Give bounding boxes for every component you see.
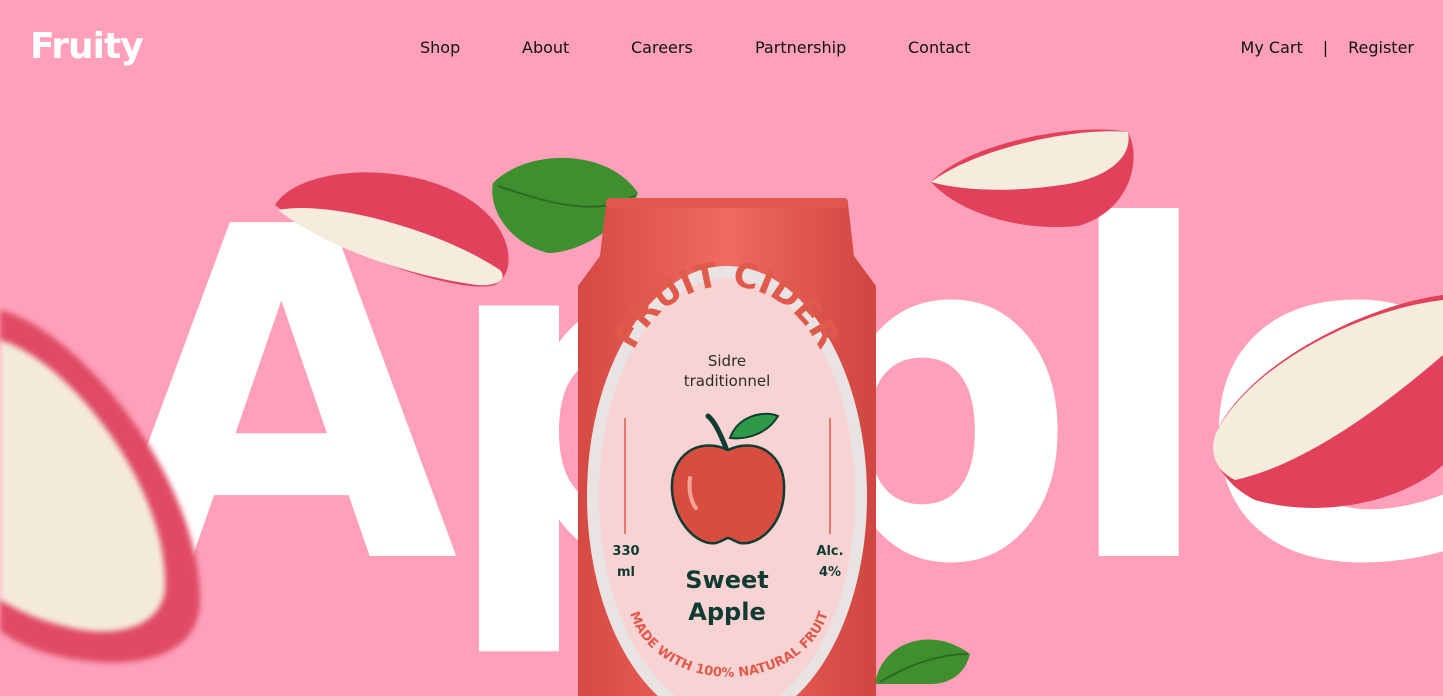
arc-title-text: FRUIT CIDER [606, 255, 847, 355]
account-links: My Cart | Register [1241, 38, 1414, 57]
nav-contact[interactable]: Contact [908, 38, 970, 57]
apple-slice-top-left-image [275, 172, 509, 287]
register-link[interactable]: Register [1348, 38, 1414, 57]
nav-partnership[interactable]: Partnership [755, 38, 846, 57]
product-name: Sweet Apple [685, 566, 769, 627]
nav-shop[interactable]: Shop [420, 38, 460, 57]
cider-can[interactable]: FRUIT CIDER MADE WITH 100% NATURAL FRUIT… [578, 196, 876, 696]
volume-info: 330 ml [612, 544, 640, 580]
apple-slice-left-image [0, 310, 200, 663]
nav-about[interactable]: About [522, 38, 569, 57]
subtitle: Sidre traditionnel [683, 352, 771, 390]
my-cart-link[interactable]: My Cart [1241, 38, 1303, 57]
apple-slice-top-right-image [931, 129, 1134, 228]
nav-careers[interactable]: Careers [631, 38, 693, 57]
alcohol-info: Alc. 4% [816, 544, 844, 580]
separator: | [1322, 38, 1329, 57]
apple-slice-right-image [1213, 295, 1443, 508]
brand-logo[interactable]: Fruity [30, 26, 144, 67]
apple-icon [670, 412, 786, 545]
leaf-bottom-image [875, 639, 970, 684]
